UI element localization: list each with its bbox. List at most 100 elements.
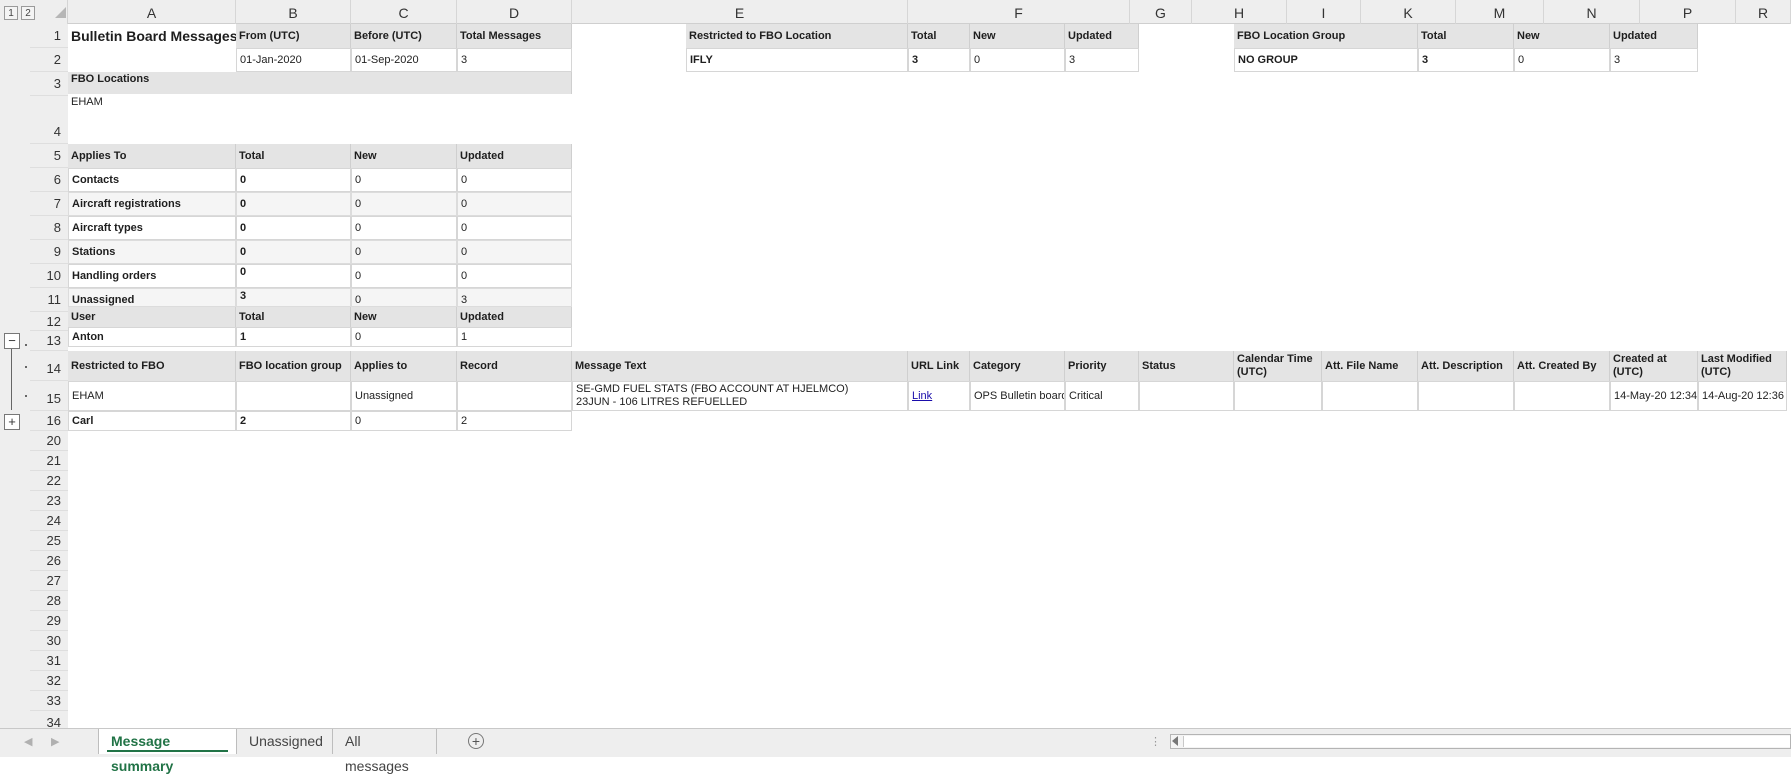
- msg-att-file-cell[interactable]: [1322, 381, 1418, 411]
- header-restricted-fbo-location[interactable]: Restricted to FBO Location: [686, 24, 908, 48]
- header-fbo-location-group[interactable]: FBO Location Group: [1234, 24, 1418, 48]
- row-header[interactable]: 31: [30, 651, 68, 671]
- plus-circle-icon[interactable]: +: [468, 733, 484, 749]
- sheet-tab-all-messages[interactable]: All messages: [333, 729, 437, 774]
- chevron-right-icon[interactable]: ▶: [51, 729, 59, 755]
- header-total[interactable]: Total: [1418, 24, 1514, 48]
- msg-text-cell[interactable]: SE-GMD FUEL STATS (FBO ACCOUNT AT HJELMC…: [572, 381, 908, 411]
- applies-to-updated[interactable]: 0: [457, 240, 572, 264]
- msg-group-cell[interactable]: [236, 381, 351, 411]
- msg-url-link[interactable]: Link: [912, 390, 932, 402]
- row-header[interactable]: 25: [30, 531, 68, 551]
- msg-header-category[interactable]: Category: [970, 351, 1065, 381]
- row-header[interactable]: 24: [30, 511, 68, 531]
- msg-last-modified-cell[interactable]: 14-Aug-20 12:36: [1698, 381, 1787, 411]
- applies-to-label[interactable]: Handling orders: [68, 264, 236, 288]
- applies-to-total[interactable]: 0: [236, 168, 351, 192]
- from-date-cell[interactable]: 01-Jan-2020: [236, 48, 351, 72]
- column-header-c[interactable]: C: [351, 0, 457, 24]
- msg-calendar-time-cell[interactable]: [1234, 381, 1322, 411]
- header-before-utc[interactable]: Before (UTC): [351, 24, 457, 48]
- column-header-n[interactable]: N: [1544, 0, 1640, 24]
- user-name-cell[interactable]: Anton: [68, 327, 236, 347]
- user-name-cell[interactable]: Carl: [68, 411, 236, 431]
- header-new[interactable]: New: [970, 24, 1065, 48]
- outline-level-1-button[interactable]: 1: [4, 6, 18, 20]
- applies-to-updated[interactable]: 0: [457, 264, 572, 288]
- msg-att-desc-cell[interactable]: [1418, 381, 1514, 411]
- applies-to-new[interactable]: 0: [351, 216, 457, 240]
- title-cell[interactable]: Bulletin Board Messages: [68, 24, 236, 48]
- restricted-total-cell[interactable]: 3: [908, 48, 970, 72]
- msg-header-url-link[interactable]: URL Link: [908, 351, 970, 381]
- row-header[interactable]: 3: [30, 72, 68, 96]
- location-group-new-cell[interactable]: 0: [1514, 48, 1610, 72]
- outline-collapse-button[interactable]: −: [4, 333, 20, 349]
- location-group-total-cell[interactable]: 3: [1418, 48, 1514, 72]
- row-header[interactable]: 21: [30, 451, 68, 471]
- row-header[interactable]: 1: [30, 24, 68, 48]
- msg-header-att-file-name[interactable]: Att. File Name: [1322, 351, 1418, 381]
- row-header[interactable]: 13: [30, 331, 68, 351]
- horizontal-scrollbar[interactable]: [1170, 734, 1791, 749]
- row-header[interactable]: 30: [30, 631, 68, 651]
- row-header[interactable]: 33: [30, 691, 68, 711]
- row-header[interactable]: 11: [30, 288, 68, 312]
- msg-applies-to-cell[interactable]: Unassigned: [351, 381, 457, 411]
- header-total[interactable]: Total: [908, 24, 970, 48]
- row-header[interactable]: 4: [30, 96, 68, 144]
- fbo-locations-header[interactable]: FBO Locations: [68, 72, 572, 94]
- msg-category-cell[interactable]: OPS Bulletin board: [970, 381, 1065, 411]
- column-header-i[interactable]: I: [1287, 0, 1361, 24]
- user-updated-cell[interactable]: 1: [457, 327, 572, 347]
- row-header[interactable]: 6: [30, 168, 68, 192]
- row-header[interactable]: 14: [30, 351, 68, 381]
- location-group-cell[interactable]: NO GROUP: [1234, 48, 1418, 72]
- applies-to-label[interactable]: Unassigned: [68, 288, 236, 307]
- msg-created-at-cell[interactable]: 14-May-20 12:34: [1610, 381, 1698, 411]
- sheet-tab-unassigned[interactable]: Unassigned: [237, 729, 333, 754]
- applies-to-new[interactable]: 0: [351, 192, 457, 216]
- header-total-messages[interactable]: Total Messages: [457, 24, 572, 48]
- column-header-a[interactable]: A: [68, 0, 236, 24]
- column-header-g[interactable]: G: [1130, 0, 1192, 24]
- restricted-updated-cell[interactable]: 3: [1065, 48, 1139, 72]
- header-new[interactable]: New: [351, 307, 457, 327]
- applies-to-new[interactable]: 0: [351, 240, 457, 264]
- msg-record-cell[interactable]: [457, 381, 572, 411]
- location-group-updated-cell[interactable]: 3: [1610, 48, 1698, 72]
- msg-header-last-modified[interactable]: Last Modified (UTC): [1698, 351, 1787, 381]
- header-new[interactable]: New: [1514, 24, 1610, 48]
- applies-to-new[interactable]: 0: [351, 168, 457, 192]
- msg-header-priority[interactable]: Priority: [1065, 351, 1139, 381]
- row-header[interactable]: 23: [30, 491, 68, 511]
- before-date-cell[interactable]: 01-Sep-2020: [351, 48, 457, 72]
- msg-header-calendar-time[interactable]: Calendar Time (UTC): [1234, 351, 1322, 381]
- column-header-f[interactable]: F: [908, 0, 1130, 24]
- row-header[interactable]: 5: [30, 144, 68, 168]
- column-header-k[interactable]: K: [1361, 0, 1456, 24]
- row-header[interactable]: 29: [30, 611, 68, 631]
- column-header-e[interactable]: E: [572, 0, 908, 24]
- column-header-p[interactable]: P: [1640, 0, 1736, 24]
- user-total-cell[interactable]: 1: [236, 327, 351, 347]
- user-total-cell[interactable]: 2: [236, 411, 351, 431]
- applies-to-label[interactable]: Stations: [68, 240, 236, 264]
- user-updated-cell[interactable]: 2: [457, 411, 572, 431]
- user-new-cell[interactable]: 0: [351, 327, 457, 347]
- header-new[interactable]: New: [351, 144, 457, 168]
- row-header[interactable]: 15: [30, 381, 68, 411]
- row-header[interactable]: 8: [30, 216, 68, 240]
- row-header[interactable]: 9: [30, 240, 68, 264]
- msg-header-record[interactable]: Record: [457, 351, 572, 381]
- row-header[interactable]: 16: [30, 411, 68, 431]
- msg-header-group[interactable]: FBO location group: [236, 351, 351, 381]
- applies-to-updated[interactable]: 0: [457, 192, 572, 216]
- row-header[interactable]: 12: [30, 312, 68, 331]
- total-messages-cell[interactable]: 3: [457, 48, 572, 72]
- column-header-d[interactable]: D: [457, 0, 572, 24]
- row-header[interactable]: 27: [30, 571, 68, 591]
- applies-to-total[interactable]: 0: [236, 240, 351, 264]
- scroll-thumb[interactable]: [1183, 736, 1790, 747]
- row-header[interactable]: 2: [30, 48, 68, 72]
